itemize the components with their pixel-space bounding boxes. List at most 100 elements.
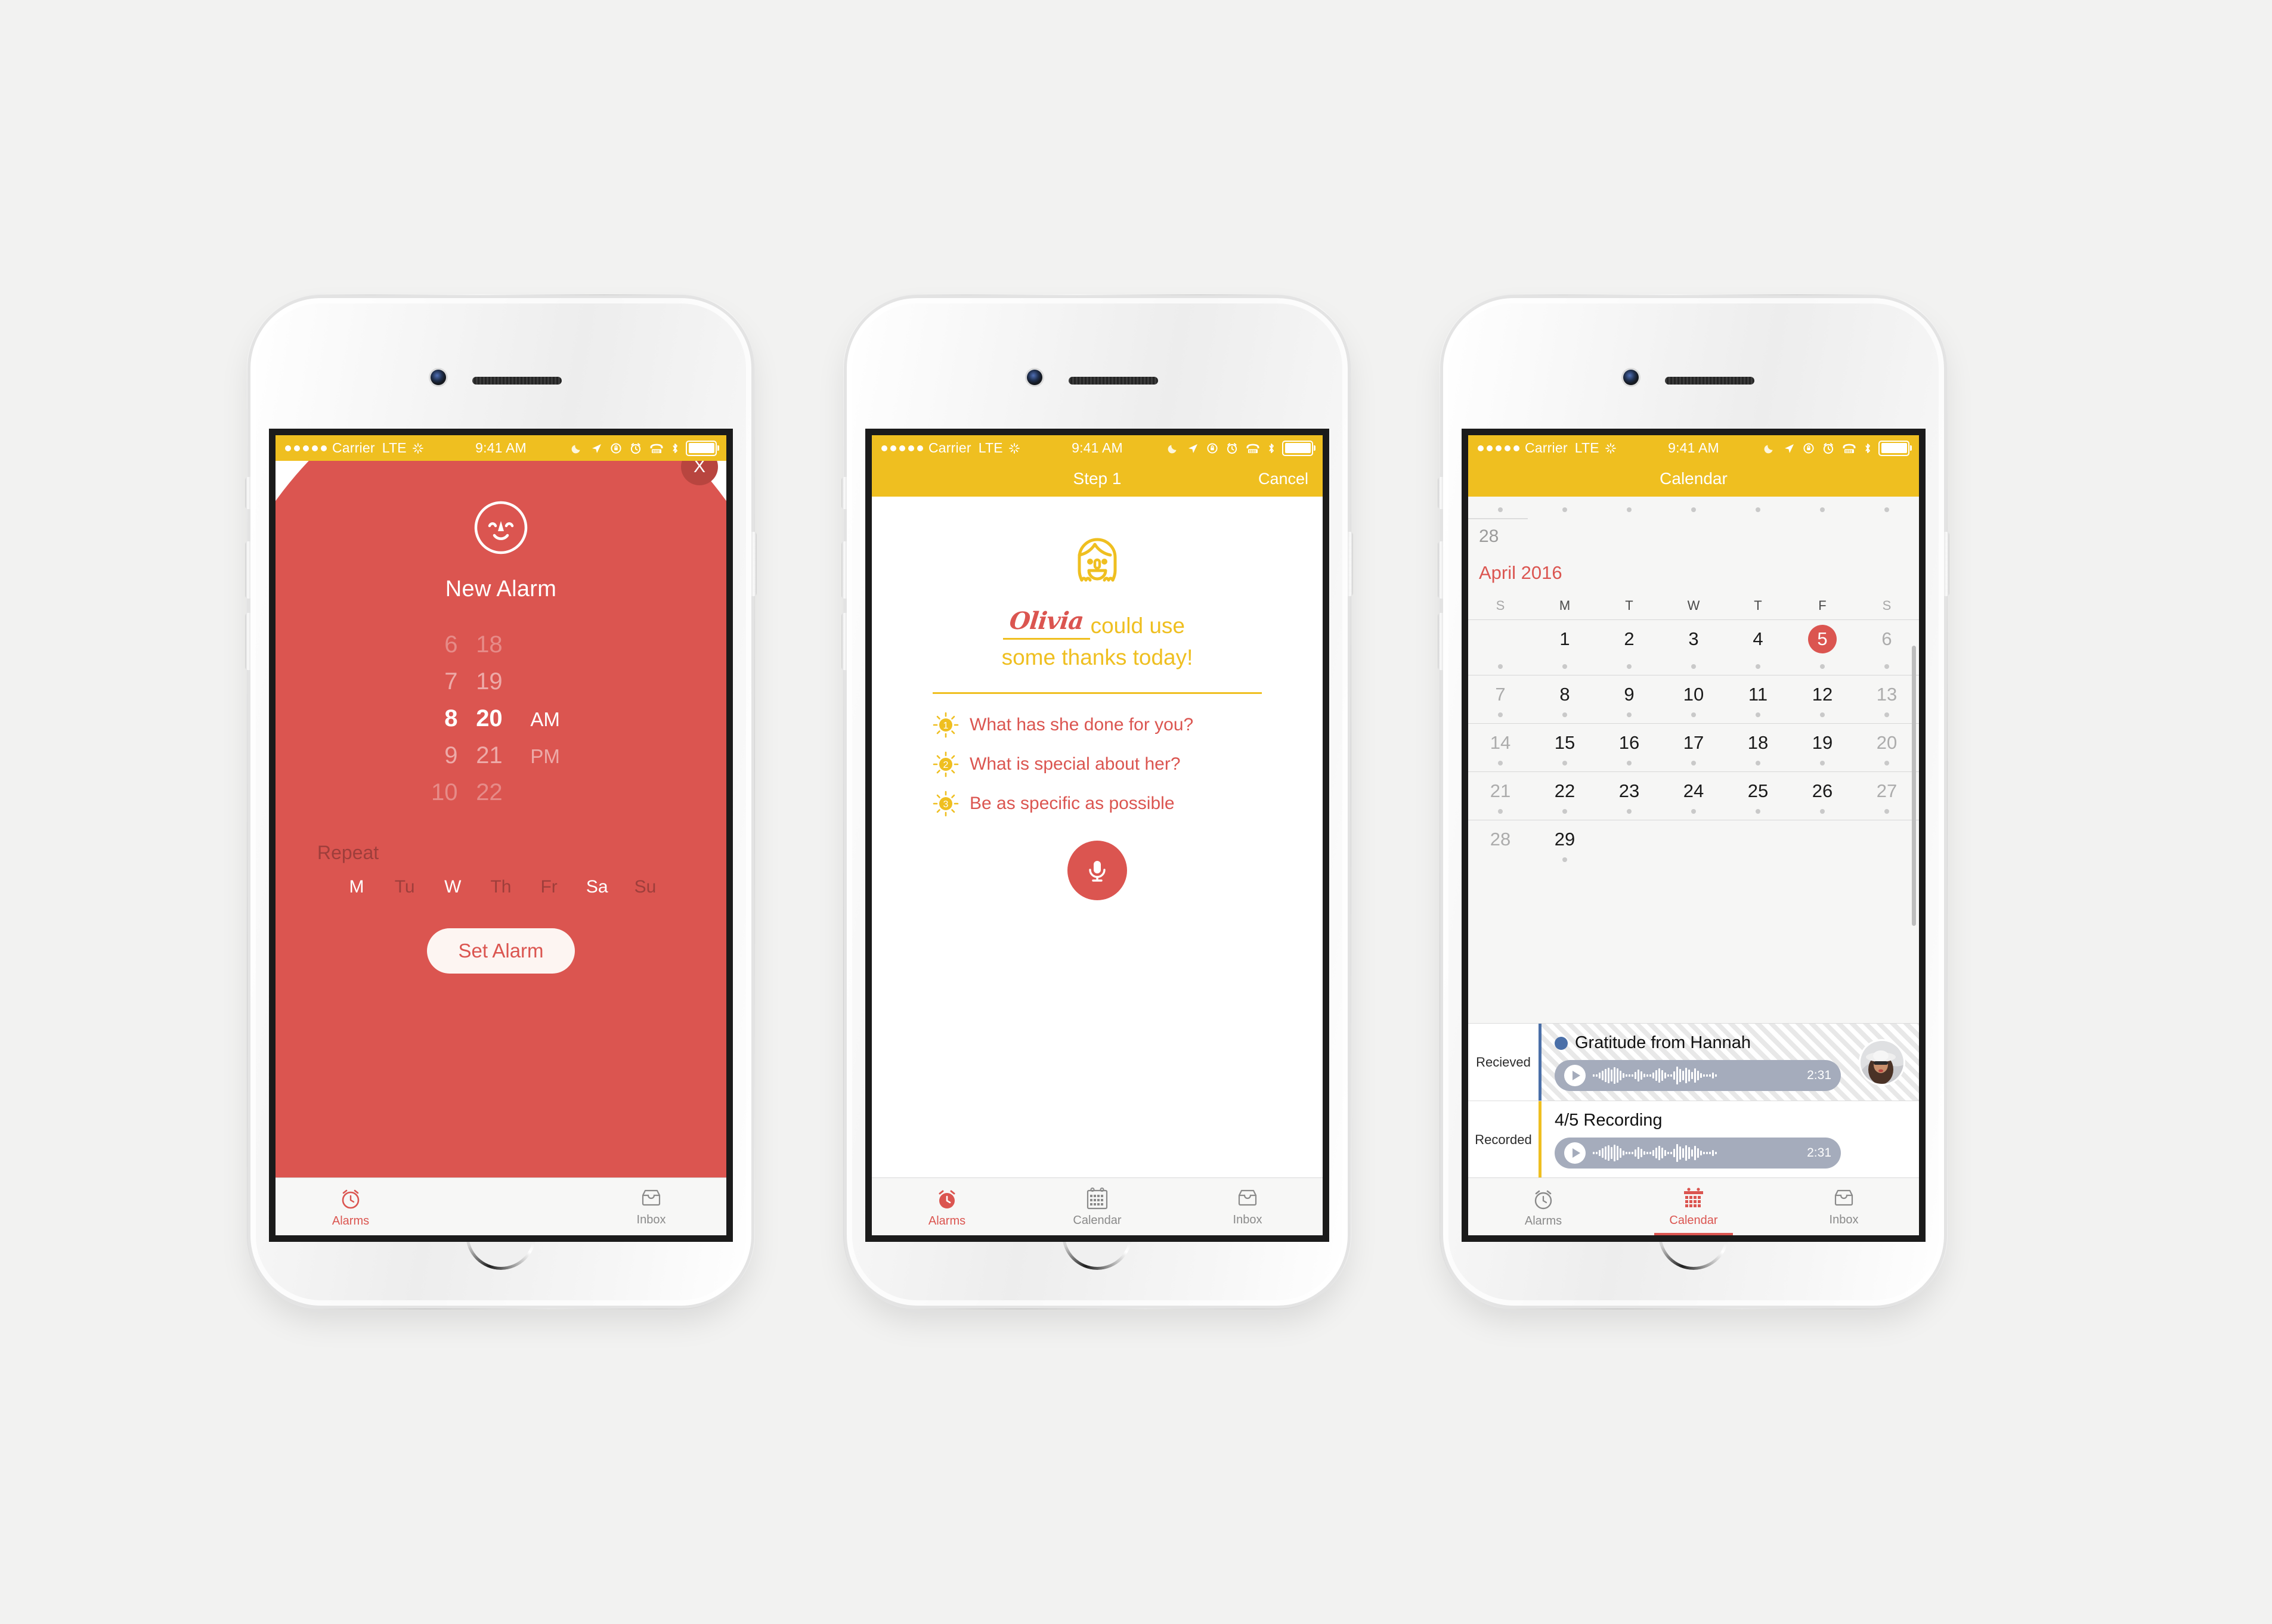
day-toggle-w[interactable]: W: [437, 877, 468, 897]
tab-label: Calendar: [1073, 1213, 1122, 1227]
time-row[interactable]: 6 18: [403, 631, 599, 662]
record-button[interactable]: [1067, 840, 1127, 900]
tab-label: Inbox: [1233, 1213, 1262, 1226]
ring-switch[interactable]: [1438, 477, 1443, 509]
calendar-day[interactable]: 28: [1468, 829, 1533, 850]
calendar-day[interactable]: [1726, 829, 1790, 850]
time-row[interactable]: 9 21 PM: [403, 742, 599, 773]
calendar-day[interactable]: 20: [1855, 732, 1919, 754]
tab-inbox[interactable]: Inbox: [1172, 1178, 1323, 1235]
volume-down-button[interactable]: [245, 613, 250, 670]
day-toggle-fr[interactable]: Fr: [534, 877, 565, 897]
calendar-grid-icon: [1684, 1187, 1703, 1207]
audio-player[interactable]: 2:31: [1555, 1060, 1841, 1091]
calendar-day[interactable]: 11: [1726, 684, 1790, 705]
calendar-day[interactable]: 9: [1597, 684, 1661, 705]
calendar-day[interactable]: 7: [1468, 684, 1533, 705]
moon-icon: [571, 445, 580, 453]
calendar-day[interactable]: [1790, 829, 1855, 850]
tab-alarms[interactable]: Alarms: [1468, 1178, 1618, 1235]
calendar-day[interactable]: 13: [1855, 684, 1919, 705]
table-row[interactable]: Recieved Gratitude from Hannah 2:31: [1468, 1023, 1919, 1101]
calendar-day[interactable]: [1468, 628, 1533, 657]
tab-calendar[interactable]: Calendar: [1618, 1178, 1769, 1235]
time-row[interactable]: 10 22: [403, 779, 599, 810]
audio-player[interactable]: 2:31: [1555, 1138, 1841, 1169]
calendar-week-row: 14 15 16 17 18 19 20: [1468, 724, 1919, 772]
calendar-day[interactable]: 8: [1533, 684, 1597, 705]
minute-value: 22: [476, 779, 503, 805]
day-toggle-th[interactable]: Th: [485, 877, 516, 897]
calendar-day[interactable]: 23: [1597, 780, 1661, 802]
cancel-button[interactable]: Cancel: [1258, 470, 1308, 488]
play-icon[interactable]: [1564, 1065, 1586, 1086]
calendar-day-selected[interactable]: 5: [1790, 625, 1855, 657]
tab-calendar[interactable]: Calendar: [1022, 1178, 1172, 1235]
volume-up-button[interactable]: [841, 541, 847, 599]
volume-down-button[interactable]: [841, 613, 847, 670]
calendar-day[interactable]: 21: [1468, 780, 1533, 802]
tip-text: Be as specific as possible: [970, 793, 1175, 813]
day-toggle-sa[interactable]: Sa: [581, 877, 612, 897]
table-row[interactable]: Recorded 4/5 Recording 2:31: [1468, 1101, 1919, 1178]
ring-switch[interactable]: [245, 477, 250, 509]
headline: Olivia could use some thanks today!: [1002, 606, 1193, 672]
volume-up-button[interactable]: [245, 541, 250, 599]
play-icon[interactable]: [1564, 1142, 1586, 1164]
power-button[interactable]: [1944, 532, 1949, 596]
calendar-day[interactable]: 17: [1661, 732, 1726, 754]
calendar-day[interactable]: 1: [1533, 628, 1597, 657]
calendar-day[interactable]: 16: [1597, 732, 1661, 754]
calendar-day[interactable]: 6: [1855, 628, 1919, 657]
tab-alarms[interactable]: Alarms: [872, 1178, 1022, 1235]
power-button[interactable]: [1348, 532, 1353, 596]
calendar-day[interactable]: 22: [1533, 780, 1597, 802]
calendar-day[interactable]: 10: [1661, 684, 1726, 705]
day-toggle-m[interactable]: M: [341, 877, 372, 897]
sun-number-1-icon: 1: [933, 712, 959, 737]
set-alarm-button[interactable]: Set Alarm: [427, 928, 575, 974]
calendar-day[interactable]: 15: [1533, 732, 1597, 754]
calendar-day[interactable]: 4: [1726, 628, 1790, 657]
calendar-day[interactable]: 29: [1533, 829, 1597, 850]
recipient-name-field[interactable]: Olivia: [1002, 606, 1090, 640]
name-underline: [1002, 638, 1090, 640]
ring-switch[interactable]: [841, 477, 847, 509]
nav-title: Step 1: [1073, 469, 1122, 488]
calendar-day[interactable]: 27: [1855, 780, 1919, 802]
volume-up-button[interactable]: [1438, 541, 1443, 599]
battery-icon: [686, 440, 719, 456]
calendar-day[interactable]: 12: [1790, 684, 1855, 705]
tab-inbox[interactable]: Inbox: [1769, 1178, 1919, 1235]
time-picker[interactable]: 6 18 7 19 8 20 AM 9 21 PM 10 22: [276, 628, 726, 813]
calendar-day[interactable]: 25: [1726, 780, 1790, 802]
front-camera-icon: [431, 370, 446, 385]
calendar-day[interactable]: [1855, 829, 1919, 850]
calendar-day[interactable]: 14: [1468, 732, 1533, 754]
day-toggle-su[interactable]: Su: [630, 877, 661, 897]
tab-label: Alarms: [928, 1214, 966, 1228]
calendar-day[interactable]: [1661, 829, 1726, 850]
calendar-day[interactable]: 2: [1597, 628, 1661, 657]
scrollbar[interactable]: [1912, 646, 1916, 926]
repeat-day-selector[interactable]: M Tu W Th Fr Sa Su: [310, 877, 692, 897]
time-row[interactable]: 7 19: [403, 668, 599, 699]
sun-number-3-icon: 3: [933, 791, 959, 816]
volume-down-button[interactable]: [1438, 613, 1443, 670]
calendar-day[interactable]: 19: [1790, 732, 1855, 754]
calendar-week-row: 7 8 9 10 11 12 13: [1468, 675, 1919, 724]
carrier-label: Carrier: [332, 440, 375, 455]
calendar-day[interactable]: 26: [1790, 780, 1855, 802]
calendar-day[interactable]: [1597, 829, 1661, 850]
time-row-selected[interactable]: 8 20 AM: [403, 705, 599, 736]
divider: [933, 692, 1262, 694]
day-toggle-tu[interactable]: Tu: [389, 877, 420, 897]
power-button[interactable]: [751, 532, 757, 596]
calendar-day[interactable]: 3: [1661, 628, 1726, 657]
calendar-day[interactable]: 18: [1726, 732, 1790, 754]
dow-sun: S: [1496, 597, 1505, 613]
avatar[interactable]: [1861, 1040, 1903, 1084]
calendar-day[interactable]: 24: [1661, 780, 1726, 802]
alarm-clock-icon: [1534, 1190, 1552, 1209]
calendar-grid-icon: [1087, 1187, 1108, 1209]
